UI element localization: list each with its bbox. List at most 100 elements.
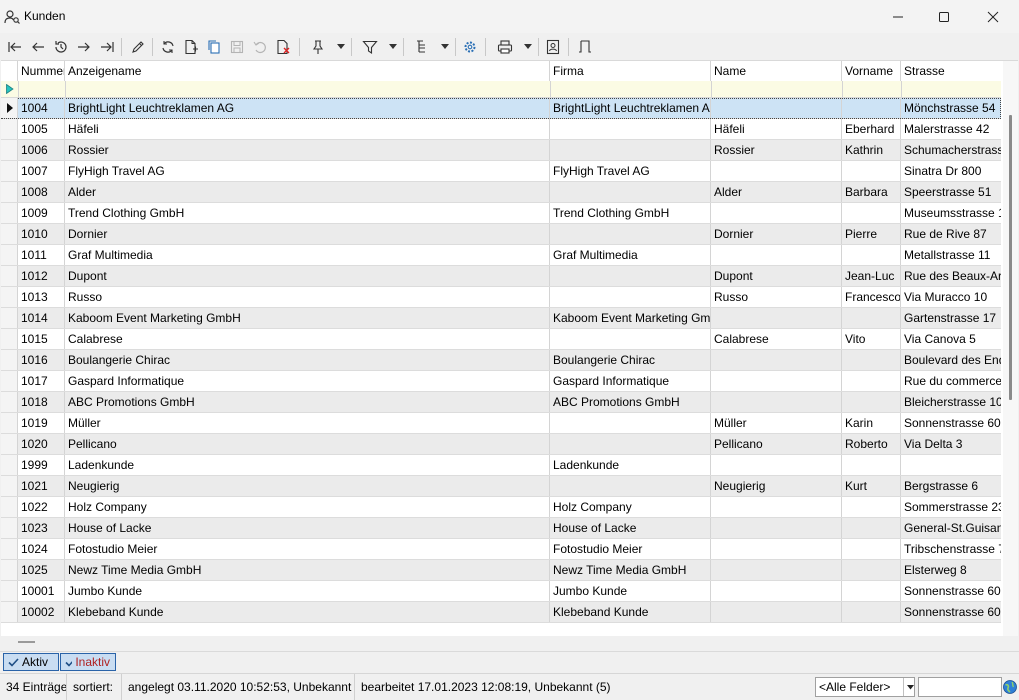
cell-strasse[interactable]: Mönchstrasse 54 [901, 98, 1001, 118]
cell-anzeigename[interactable]: Trend Clothing GmbH [65, 203, 550, 223]
cell-vorname[interactable]: Pierre [842, 224, 901, 244]
cell-nummer[interactable]: 10002 [18, 602, 65, 622]
print-button[interactable] [494, 36, 516, 58]
cell-nummer[interactable]: 1012 [18, 266, 65, 286]
cell-anzeigename[interactable]: Boulangerie Chirac [65, 350, 550, 370]
cell-name[interactable]: Dornier [711, 224, 842, 244]
cell-name[interactable] [711, 602, 842, 622]
filter-button[interactable] [359, 36, 381, 58]
row-selector[interactable] [1, 98, 18, 118]
cell-nummer[interactable]: 1010 [18, 224, 65, 244]
cell-strasse[interactable]: General-St.Guisan-St [901, 518, 1001, 538]
cell-nummer[interactable]: 1018 [18, 392, 65, 412]
cell-strasse[interactable]: Via Delta 3 [901, 434, 1001, 454]
cell-name[interactable] [711, 245, 842, 265]
filter-chip-aktiv[interactable]: Aktiv [3, 653, 59, 671]
cell-name[interactable]: Russo [711, 287, 842, 307]
resize-handle[interactable] [18, 641, 35, 643]
cell-vorname[interactable]: Eberhard [842, 119, 901, 139]
scrollbar-thumb[interactable] [1009, 115, 1012, 400]
search-input[interactable] [918, 677, 1002, 697]
cell-vorname[interactable]: Roberto [842, 434, 901, 454]
row-selector[interactable] [1, 455, 18, 475]
cell-name[interactable] [711, 497, 842, 517]
row-selector[interactable] [1, 518, 18, 538]
cell-nummer[interactable]: 1025 [18, 560, 65, 580]
cell-firma[interactable] [550, 413, 711, 433]
column-header-name[interactable]: Name [711, 61, 842, 81]
cell-firma[interactable] [550, 119, 711, 139]
cell-anzeigename[interactable]: BrightLight Leuchtreklamen AG [65, 98, 550, 118]
cell-firma[interactable] [550, 476, 711, 496]
cell-vorname[interactable]: Jean-Luc [842, 266, 901, 286]
cell-strasse[interactable]: Sinatra Dr 800 [901, 161, 1001, 181]
table-row[interactable]: 1999 Ladenkunde Ladenkunde [1, 455, 1001, 476]
cell-firma[interactable] [550, 434, 711, 454]
cell-nummer[interactable]: 1999 [18, 455, 65, 475]
row-selector[interactable] [1, 245, 18, 265]
cell-name[interactable] [711, 455, 842, 475]
cell-strasse[interactable]: Bergstrasse 6 [901, 476, 1001, 496]
previous-record-button[interactable] [27, 36, 49, 58]
cell-strasse[interactable]: Sonnenstrasse 60 [901, 581, 1001, 601]
cell-nummer[interactable]: 1023 [18, 518, 65, 538]
row-selector[interactable] [1, 161, 18, 181]
undo-button[interactable] [249, 36, 271, 58]
filter-dropdown-button[interactable] [388, 36, 398, 58]
row-selector[interactable] [1, 581, 18, 601]
cell-firma[interactable]: Fotostudio Meier [550, 539, 711, 559]
table-row[interactable]: 1005 Häfeli Häfeli Eberhard Malerstrasse 42 [1, 119, 1001, 140]
save-button[interactable] [226, 36, 248, 58]
table-row[interactable]: 1020 Pellicano Pellicano Roberto Via Delta 3 [1, 434, 1001, 455]
cell-anzeigename[interactable]: House of Lacke [65, 518, 550, 538]
cell-strasse[interactable]: Speerstrasse 51 [901, 182, 1001, 202]
table-row[interactable]: 1014 Kaboom Event Marketing GmbH Kaboom Ev… [1, 308, 1001, 329]
table-row[interactable]: 1016 Boulangerie Chirac Boulangerie Chirac… [1, 350, 1001, 371]
cell-vorname[interactable] [842, 350, 901, 370]
column-header-firma[interactable]: Firma [550, 61, 711, 81]
cell-nummer[interactable]: 1013 [18, 287, 65, 307]
cell-nummer[interactable]: 10001 [18, 581, 65, 601]
search-field-dropdown-button[interactable] [903, 678, 916, 696]
cell-anzeigename[interactable]: Graf Multimedia [65, 245, 550, 265]
table-row[interactable]: 1013 Russo Russo Francesco Via Muracco 10 [1, 287, 1001, 308]
cell-nummer[interactable]: 1008 [18, 182, 65, 202]
cell-nummer[interactable]: 1005 [18, 119, 65, 139]
cell-anzeigename[interactable]: Pellicano [65, 434, 550, 454]
table-row[interactable]: 1024 Fotostudio Meier Fotostudio Meier Trib… [1, 539, 1001, 560]
cell-nummer[interactable]: 1006 [18, 140, 65, 160]
maximize-button[interactable] [921, 0, 967, 33]
delete-record-button[interactable] [272, 36, 294, 58]
cell-strasse[interactable]: Boulevard des Endro [901, 350, 1001, 370]
cell-strasse[interactable]: Via Canova 5 [901, 329, 1001, 349]
pin-button[interactable] [307, 36, 329, 58]
table-row[interactable]: 1019 Müller Müller Karin Sonnenstrasse 60 [1, 413, 1001, 434]
cell-name[interactable] [711, 581, 842, 601]
cell-strasse[interactable] [901, 455, 1001, 475]
column-header-nummer[interactable]: Nummer [18, 61, 65, 81]
refresh-button[interactable] [157, 36, 179, 58]
column-header-strasse[interactable]: Strasse [901, 61, 1001, 81]
table-row[interactable]: 1022 Holz Company Holz Company Sommerstrass… [1, 497, 1001, 518]
cell-strasse[interactable]: Via Muracco 10 [901, 287, 1001, 307]
cell-strasse[interactable]: Rue du commerce [901, 371, 1001, 391]
cell-anzeigename[interactable]: Newz Time Media GmbH [65, 560, 550, 580]
cell-anzeigename[interactable]: Fotostudio Meier [65, 539, 550, 559]
cell-nummer[interactable]: 1019 [18, 413, 65, 433]
cell-strasse[interactable]: Tribschenstrasse 72 [901, 539, 1001, 559]
cell-anzeigename[interactable]: FlyHigh Travel AG [65, 161, 550, 181]
cell-anzeigename[interactable]: Calabrese [65, 329, 550, 349]
cell-firma[interactable]: Klebeband Kunde [550, 602, 711, 622]
table-row[interactable]: 10002 Klebeband Kunde Klebeband Kunde Sonne… [1, 602, 1001, 623]
cell-anzeigename[interactable]: Jumbo Kunde [65, 581, 550, 601]
cell-firma[interactable] [550, 266, 711, 286]
cell-vorname[interactable] [842, 539, 901, 559]
cell-name[interactable]: Müller [711, 413, 842, 433]
cell-nummer[interactable]: 1015 [18, 329, 65, 349]
cell-name[interactable] [711, 518, 842, 538]
table-row[interactable]: 1006 Rossier Rossier Kathrin Schumacherstras… [1, 140, 1001, 161]
table-row[interactable]: 1009 Trend Clothing GmbH Trend Clothing Gm… [1, 203, 1001, 224]
cell-vorname[interactable]: Karin [842, 413, 901, 433]
cell-firma[interactable]: Holz Company [550, 497, 711, 517]
row-selector[interactable] [1, 392, 18, 412]
